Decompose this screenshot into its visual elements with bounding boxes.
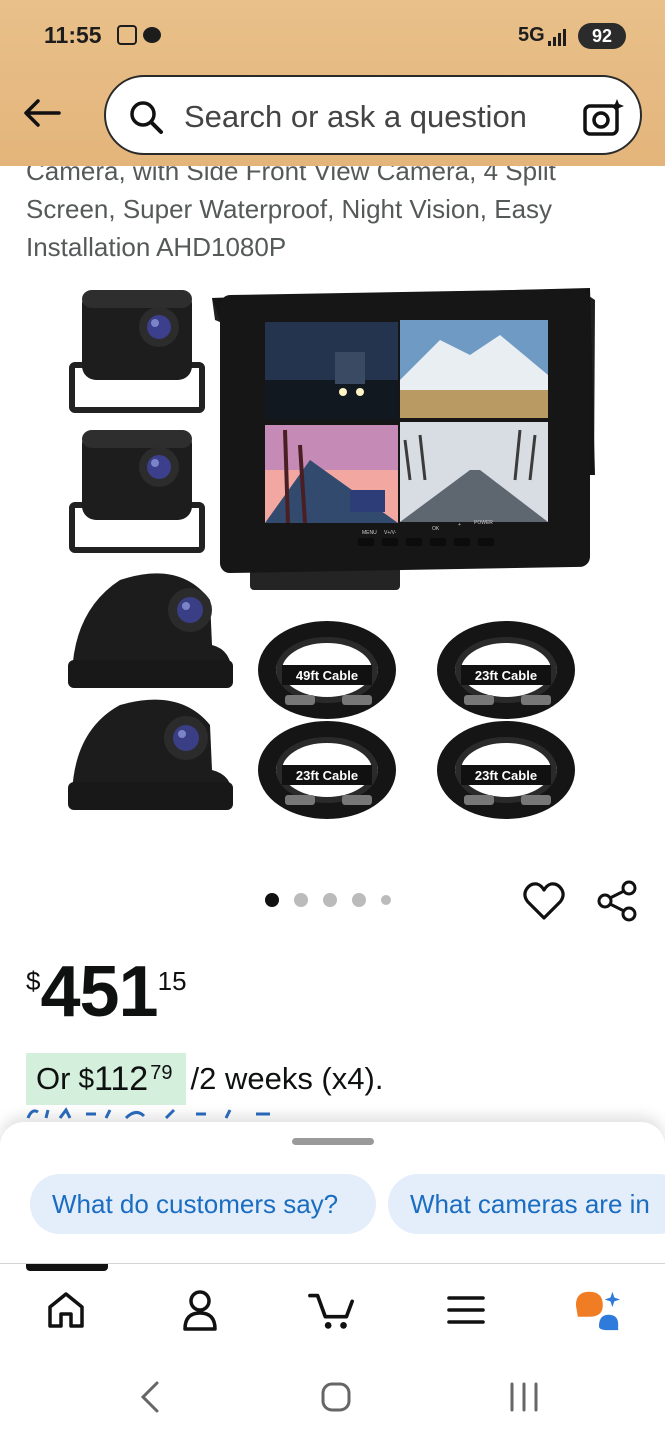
system-back-button[interactable] xyxy=(130,1377,170,1417)
system-back-icon xyxy=(140,1381,159,1413)
home-icon xyxy=(48,1292,84,1328)
cable-4-image: 23ft Cable xyxy=(437,721,575,819)
installment-prefix: Or xyxy=(36,1061,71,1096)
nav-rufus-assistant[interactable] xyxy=(574,1286,622,1334)
cable-1-image: 49ft Cable xyxy=(258,621,396,719)
monitor-button-ok: OK xyxy=(432,526,440,532)
carousel-dot-5[interactable] xyxy=(381,895,391,905)
monitor-button-plus: + xyxy=(458,522,461,528)
product-title: Camera, with Side Front View Camera, 4 S… xyxy=(26,156,556,262)
top-header: 11:55 5G 92 Search or ask a question xyxy=(0,0,665,166)
nav-account[interactable] xyxy=(176,1286,224,1334)
cable-3-image: 23ft Cable xyxy=(258,721,396,819)
back-button[interactable] xyxy=(22,95,62,131)
side-camera-2-image xyxy=(68,699,233,810)
battery-indicator: 92 xyxy=(578,23,626,49)
menu-icon xyxy=(447,1296,485,1324)
carousel-dot-2[interactable] xyxy=(294,893,308,907)
bottom-navigation xyxy=(0,1263,665,1353)
price-fraction: 15 xyxy=(157,966,187,996)
signal-icon xyxy=(548,28,566,46)
installment-fraction: 79 xyxy=(150,1061,173,1084)
price: $ 451 15 xyxy=(26,952,187,1032)
monitor-button-menu: MENU xyxy=(362,530,377,536)
rear-camera-1-image xyxy=(69,290,205,413)
price-currency: $ xyxy=(26,966,41,996)
product-image[interactable]: MENU V+/V- OK + POWER 49ft Cable 23ft Ca… xyxy=(60,280,610,840)
installment-suffix: /2 weeks (x4). xyxy=(190,1061,384,1096)
cable-3-label: 23ft Cable xyxy=(296,768,358,783)
notification-icons xyxy=(117,25,161,45)
carousel-dot-1[interactable] xyxy=(265,893,279,907)
system-home-icon xyxy=(321,1382,351,1412)
installment-highlight: Or $ 112 79 xyxy=(26,1053,187,1105)
camera-search-icon[interactable] xyxy=(582,97,624,137)
carousel-dot-4[interactable] xyxy=(352,893,366,907)
monitor-button-power: POWER xyxy=(474,520,493,526)
installment-currency: $ xyxy=(78,1063,95,1094)
search-input[interactable]: Search or ask a question xyxy=(104,75,642,155)
cable-1-label: 49ft Cable xyxy=(296,668,358,683)
search-placeholder: Search or ask a question xyxy=(184,99,527,134)
share-icon[interactable] xyxy=(596,880,638,922)
back-arrow-icon xyxy=(24,99,61,127)
active-tab-indicator xyxy=(26,1264,108,1271)
image-carousel-dots[interactable] xyxy=(265,893,391,907)
sheet-drag-handle[interactable] xyxy=(292,1138,374,1145)
rear-camera-2-image xyxy=(69,430,205,553)
nav-menu[interactable] xyxy=(442,1286,490,1334)
nav-cart[interactable] xyxy=(308,1286,356,1334)
suggestion-chip-customers-say[interactable]: What do customers say? xyxy=(30,1174,376,1234)
rufus-assistant-icon xyxy=(575,1291,621,1331)
monitor-button-volume: V+/V- xyxy=(384,530,397,536)
system-recents-button[interactable] xyxy=(504,1377,544,1417)
partially-hidden-link xyxy=(26,1107,270,1120)
status-bar: 11:55 5G 92 xyxy=(0,0,665,70)
suggestion-chip-cameras-included[interactable]: What cameras are in xyxy=(388,1174,665,1234)
nav-home[interactable] xyxy=(42,1286,90,1334)
installment-whole: 112 xyxy=(94,1059,149,1098)
account-icon xyxy=(183,1290,217,1331)
system-home-button[interactable] xyxy=(316,1377,356,1417)
app-screen: 11:55 5G 92 Search or ask a question Cam… xyxy=(0,0,665,1440)
screenshot-icon xyxy=(117,25,137,45)
price-whole: 451 xyxy=(40,952,158,1032)
cable-2-image: 23ft Cable xyxy=(437,621,575,719)
cart-icon xyxy=(308,1293,354,1329)
monitor-image: MENU V+/V- OK + POWER xyxy=(212,288,595,590)
carousel-dot-3[interactable] xyxy=(323,893,337,907)
search-icon xyxy=(130,101,163,134)
assistant-suggestions-sheet: What do customers say? What cameras are … xyxy=(0,1122,665,1270)
heart-icon[interactable] xyxy=(522,880,566,922)
system-recents-icon xyxy=(510,1382,538,1412)
side-camera-1-image xyxy=(68,573,233,688)
message-icon xyxy=(143,27,161,43)
system-navigation-bar xyxy=(0,1353,665,1440)
network-type: 5G xyxy=(518,24,545,46)
installment-offer[interactable]: Or $ 112 79 /2 weeks (x4). xyxy=(26,1053,383,1105)
cable-2-label: 23ft Cable xyxy=(475,668,537,683)
status-time: 11:55 xyxy=(44,22,102,48)
cable-4-label: 23ft Cable xyxy=(475,768,537,783)
battery-level: 92 xyxy=(591,25,613,46)
